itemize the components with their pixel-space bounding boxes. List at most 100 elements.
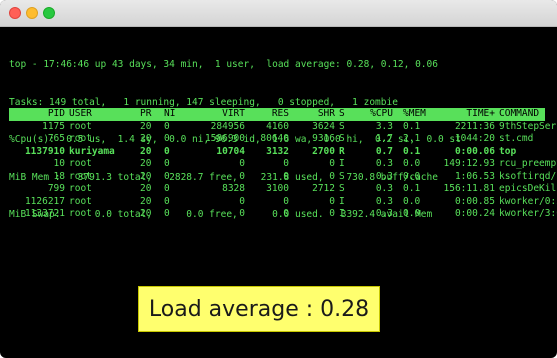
table-row: 1137910 kuriyama 20 0 10704 3132 2700 R 0.7 0.1 0:… (9, 146, 545, 159)
cell-shr: 3624 (312, 120, 335, 132)
cell-s: I (339, 208, 345, 219)
cell-pr: 20 (140, 120, 152, 132)
cell-command: rcu_preempt (499, 158, 557, 169)
cell-res: 0 (283, 158, 289, 169)
cell-res: 0 (283, 208, 289, 219)
cell-pr: 20 (140, 183, 152, 194)
header-res: RES (271, 108, 289, 119)
cell-user: kuriyama (69, 145, 115, 157)
close-window-button[interactable] (9, 7, 21, 19)
terminal-window: top - 17:46:46 up 43 days, 34 min, 1 use… (0, 0, 557, 358)
cell-cpu: 3.3 (375, 120, 393, 132)
cell-cpu: 0.3 (375, 158, 393, 169)
header-pr: PR (140, 108, 152, 119)
cell-ni: 0 (164, 145, 170, 157)
cell-pr: 20 (140, 195, 152, 207)
maximize-window-button[interactable] (43, 7, 55, 19)
cell-pid: 1126217 (24, 195, 65, 207)
cell-virt: 8328 (222, 183, 245, 194)
cell-pid: 799 (47, 183, 65, 194)
cell-s: S (339, 120, 345, 132)
header-pid: PID (47, 108, 65, 119)
cell-cpu: 0.7 (375, 145, 393, 157)
cell-mem: 0.0 (403, 158, 421, 169)
cell-time: 156:11.81 (443, 183, 495, 194)
cell-pr: 20 (140, 158, 152, 169)
cell-time: 2211:36 (454, 120, 495, 132)
cell-user: root (69, 208, 92, 219)
cell-mem: 0.0 (403, 170, 421, 182)
cell-time: 0:00.85 (454, 195, 495, 207)
cell-s: I (339, 195, 345, 207)
cell-command: epicsDeKill01+ (499, 183, 557, 194)
cell-shr: 9316 (312, 133, 335, 144)
cell-ni: 0 (164, 208, 170, 219)
header-state: S (339, 108, 345, 119)
cell-cpu: 0.3 (375, 183, 393, 194)
process-table: PID USER PR NI VIRT RES SHR S %CPU %MEM … (9, 108, 557, 221)
cell-mem: 0.1 (403, 183, 421, 194)
cell-mem: 0.1 (403, 145, 421, 157)
cell-pid: 1137910 (24, 145, 65, 157)
cell-user: root (69, 195, 92, 207)
cell-ni: 0 (164, 120, 170, 132)
cell-mem: 0.0 (403, 208, 421, 219)
load-average-callout: Load average : 0.28 (138, 286, 380, 332)
cell-user: root (69, 158, 92, 169)
header-cpu: %CPU (370, 108, 393, 119)
cell-virt: 0 (239, 158, 245, 169)
cell-user: root (69, 170, 92, 182)
header-time: TIME+ (466, 108, 495, 119)
cell-command: ksoftirqd/1 (499, 170, 557, 182)
header-command: COMMAND (499, 108, 540, 119)
cell-s: I (339, 158, 345, 169)
cell-command: kworker/0:2-e+ (499, 195, 557, 207)
cell-time: 0:00.24 (454, 208, 495, 219)
cell-command: st.cmd (499, 133, 534, 144)
cell-s: S (339, 183, 345, 194)
cell-cpu: 0.3 (375, 170, 393, 182)
cell-pid: 1175 (42, 120, 65, 132)
cell-time: 1044:20 (454, 133, 495, 144)
table-header: PID USER PR NI VIRT RES SHR S %CPU %MEM … (9, 108, 545, 121)
cell-res: 0 (283, 170, 289, 182)
cell-virt: 0 (239, 208, 245, 219)
cell-command: kworker/3:0-e+ (499, 208, 557, 219)
cell-ni: 0 (164, 158, 170, 169)
cell-pid: 10 (53, 158, 65, 169)
cell-pid: 18 (53, 170, 65, 182)
cell-command: top (499, 145, 517, 157)
cell-res: 80640 (260, 133, 289, 144)
cell-pr: 20 (140, 208, 152, 219)
table-row: 765 root 20 0 1586900 80640 9316 S 1.7 2.1 1044:20… (9, 133, 545, 146)
cell-user: root (69, 183, 92, 194)
cell-time: 1:06.53 (454, 170, 495, 182)
cell-cpu: 0.3 (375, 195, 393, 207)
header-virt: VIRT (222, 108, 245, 119)
cell-s: R (339, 145, 345, 157)
uptime-load-line: top - 17:46:46 up 43 days, 34 min, 1 use… (9, 59, 438, 70)
minimize-window-button[interactable] (26, 7, 38, 19)
cell-s: S (339, 133, 345, 144)
table-row: 1175 root 20 0 284956 4160 3624 S 3.3 0.1 2211:36 9… (9, 120, 557, 134)
cell-mem: 0.0 (403, 195, 421, 207)
cell-pr: 20 (140, 133, 152, 144)
cell-shr: 0 (329, 170, 335, 182)
cell-virt: 284956 (210, 120, 245, 132)
cell-user: root (69, 133, 92, 144)
cell-time: 149:12.93 (443, 158, 495, 169)
cell-res: 3132 (266, 145, 289, 157)
header-shr: SHR (317, 108, 335, 119)
cell-shr: 0 (329, 208, 335, 219)
cell-virt: 0 (239, 170, 245, 182)
cell-time: 0:00.06 (454, 145, 495, 157)
cell-pid: 1133721 (24, 208, 65, 219)
header-ni: NI (164, 108, 176, 119)
cell-ni: 0 (164, 170, 170, 182)
table-row: 18 root 20 0 0 0 0 S 0.3 0.0 1:06.53 ksoftirqd/1 (9, 170, 557, 184)
cell-virt: 1586900 (204, 133, 245, 144)
table-row: 1133721 root 20 0 0 0 0 I 0.3 0.0 0:00.24 kworker/3… (9, 208, 557, 221)
cell-mem: 2.1 (403, 133, 421, 144)
cell-cpu: 0.3 (375, 208, 393, 219)
cell-shr: 2712 (312, 183, 335, 194)
